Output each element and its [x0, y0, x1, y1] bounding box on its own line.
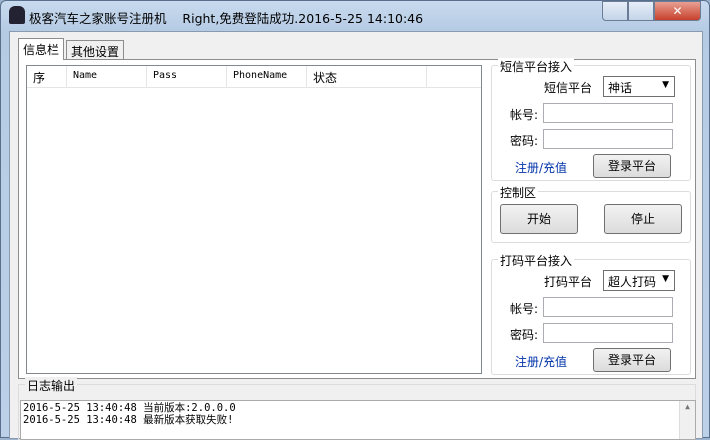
captcha-register-link[interactable]: 注册/充值 — [515, 353, 567, 370]
tab-other-settings[interactable]: 其他设置 — [66, 40, 125, 60]
minimize-button[interactable] — [602, 1, 628, 21]
password-label: 密码: — [510, 328, 539, 342]
sms-platform-select[interactable]: 神话 ▼ — [603, 76, 675, 97]
list-header: 序 Name Pass PhoneName 状态 — [27, 66, 481, 88]
log-line: 2016-5-25 13:40:48 当前版本:2.0.0.0 — [23, 402, 236, 414]
group-label: 控制区 — [498, 184, 539, 201]
scroll-up-icon[interactable]: ▲ — [685, 402, 690, 411]
control-group: 控制区 开始 停止 — [491, 184, 691, 243]
app-icon — [9, 6, 25, 24]
selected-value: 神话 — [608, 81, 633, 95]
sms-account-input[interactable] — [543, 103, 673, 123]
log-line: 2016-5-25 13:40:48 最新版本获取失败! — [23, 414, 234, 426]
captcha-login-button[interactable]: 登录平台 — [593, 348, 671, 372]
captcha-password-input[interactable] — [543, 323, 673, 343]
group-label: 打码平台接入 — [498, 252, 575, 269]
stop-button[interactable]: 停止 — [604, 204, 682, 234]
sms-platform-group: 短信平台接入 短信平台 神话 ▼ 帐号: 密码: 注册/充值 登录平台 — [491, 58, 691, 181]
sms-platform-label: 短信平台 — [544, 81, 593, 95]
chevron-down-icon: ▼ — [662, 80, 669, 90]
window-title: 极客汽车之家账号注册机 Right,免费登陆成功.2016-5-25 14:10… — [29, 8, 423, 27]
tab-label: 信息栏 — [23, 43, 60, 57]
tab-info[interactable]: 信息栏 — [18, 38, 65, 60]
maximize-button[interactable] — [628, 1, 654, 21]
captcha-platform-group: 打码平台接入 打码平台 超人打码 ▼ 帐号: 密码: 注册/充值 登录平台 — [491, 252, 691, 375]
start-button[interactable]: 开始 — [500, 204, 578, 234]
captcha-platform-label: 打码平台 — [544, 275, 593, 289]
col-pass[interactable]: Pass — [147, 66, 227, 87]
sms-password-input[interactable] — [543, 129, 673, 149]
account-label: 帐号: — [510, 108, 539, 122]
col-status[interactable]: 状态 — [307, 66, 427, 87]
col-index[interactable]: 序 — [27, 66, 67, 87]
tab-label: 其他设置 — [71, 45, 120, 59]
info-tab-pane: 序 Name Pass PhoneName 状态 短信平台接入 短信平台 神话 ▼… — [18, 58, 696, 379]
log-output[interactable]: 2016-5-25 13:40:48 当前版本:2.0.0.0 2016-5-2… — [20, 400, 696, 440]
sms-login-button[interactable]: 登录平台 — [593, 154, 671, 178]
captcha-account-input[interactable] — [543, 297, 673, 317]
log-title: 日志输出 — [25, 377, 78, 394]
account-label: 帐号: — [510, 302, 539, 316]
log-scrollbar[interactable]: ▲ — [679, 401, 695, 439]
client-area: 信息栏 其他设置 序 Name Pass PhoneName 状态 短信平台接入… — [9, 31, 703, 440]
group-label: 短信平台接入 — [498, 58, 575, 75]
col-phonename[interactable]: PhoneName — [227, 66, 307, 87]
log-group: 日志输出 2016-5-25 13:40:48 当前版本:2.0.0.0 201… — [18, 377, 696, 440]
chevron-down-icon: ▼ — [662, 274, 669, 284]
account-list[interactable]: 序 Name Pass PhoneName 状态 — [26, 65, 482, 374]
close-button[interactable]: ✕ — [654, 1, 701, 21]
status-title: Right,免费登陆成功.2016-5-25 14:10:46 — [182, 11, 424, 26]
app-title: 极客汽车之家账号注册机 — [29, 11, 167, 26]
captcha-platform-select[interactable]: 超人打码 ▼ — [603, 270, 675, 291]
main-window: 极客汽车之家账号注册机 Right,免费登陆成功.2016-5-25 14:10… — [0, 0, 710, 440]
col-name[interactable]: Name — [67, 66, 147, 87]
password-label: 密码: — [510, 134, 539, 148]
sms-register-link[interactable]: 注册/充值 — [515, 159, 567, 176]
selected-value: 超人打码 — [608, 275, 657, 289]
